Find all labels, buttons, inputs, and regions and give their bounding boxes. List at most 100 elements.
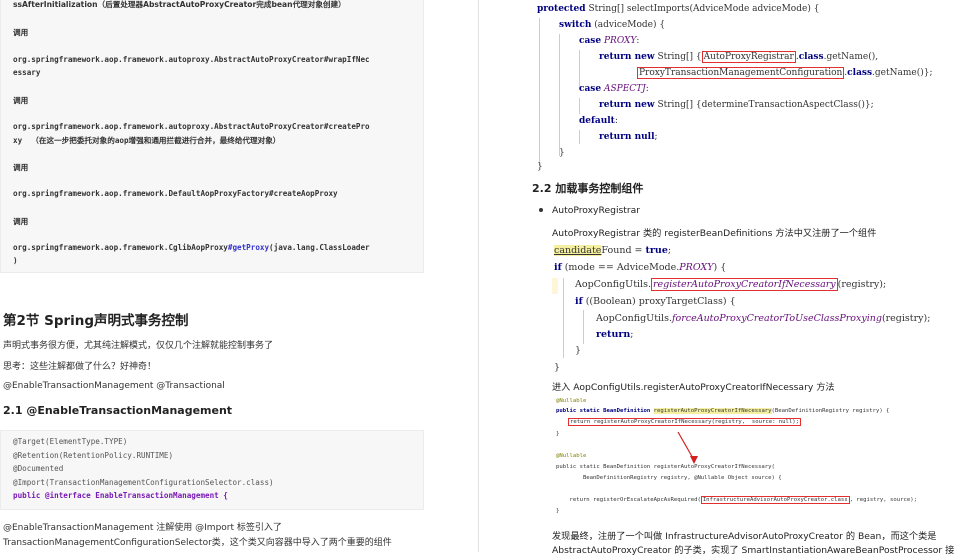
arrow-icon [677, 431, 698, 464]
code-line: return new String[] {determineTransactio… [599, 100, 874, 110]
code-line: xy （在这一步把委托对象的aop增强和通用拦截进行合并，最终给代理对象） [13, 136, 281, 145]
keyword: return new [599, 52, 655, 62]
keyword: return new [599, 100, 655, 110]
code-line: } [575, 345, 582, 356]
code-line: org.springframework.aop.framework.CglibA… [13, 243, 370, 252]
keyword: case [579, 84, 602, 94]
code-line: AopConfigUtils.forceAutoProxyCreatorToUs… [596, 313, 930, 324]
paragraph: @EnableTransactionManagement 注解使用 @Impor… [3, 523, 282, 533]
code-line: org.springframework.aop.framework.autopr… [13, 55, 370, 64]
highlight-box: AutoProxyRegistrar [701, 51, 796, 63]
keyword: return [596, 329, 631, 340]
code-text: AopConfigUtils. [596, 313, 672, 324]
code-line: public static BeanDefinition registerAut… [556, 408, 889, 414]
code-line: ssAfterInitialization（后置处理器AbstractAutoP… [13, 0, 346, 9]
code-line: @Nullable [556, 398, 587, 404]
code-line: return new String[] {AutoProxyRegistrar.… [599, 51, 879, 63]
code-line: @Nullable [556, 453, 587, 459]
highlight-box: InfrastructureAdvisorAutoProxyCreator.cl… [700, 496, 850, 504]
code-text: (registry); [881, 313, 931, 324]
keyword: case [579, 36, 602, 46]
code-line: @Documented [13, 464, 64, 473]
code-line: essary [13, 68, 41, 77]
paragraph: TransactionManagementConfigurationSelect… [3, 538, 392, 548]
highlight: candidate [554, 245, 602, 256]
paragraph: 声明式事务很方便，尤其纯注解模式，仅仅几个注解就能控制事务了 [3, 341, 274, 351]
keyword: class [847, 68, 873, 78]
bullet-dot [539, 208, 543, 212]
code-text: , registry, source); [849, 497, 917, 503]
code-line: protected String[] selectImports(AdviceM… [537, 4, 819, 14]
ide-screenshot: @Nullable public static BeanDefinition r… [554, 396, 932, 516]
paragraph: 进入 AopConfigUtils.registerAutoProxyCreat… [552, 382, 835, 393]
code-line: return; [596, 329, 634, 340]
right-column: protected String[] selectImports(AdviceM… [479, 0, 955, 556]
constant: ASPECTJ [603, 84, 646, 94]
constant: PROXY [679, 262, 714, 273]
code-line: } [556, 431, 560, 437]
keyword: switch [559, 20, 592, 30]
constant: PROXY [603, 36, 637, 46]
code-line: org.springframework.aop.framework.Defaul… [13, 189, 338, 198]
keyword: protected [537, 4, 586, 14]
code-line: case ASPECTJ: [579, 84, 649, 94]
code-line: } [559, 148, 565, 158]
code-text: String[] [654, 52, 696, 62]
code-line: 调用 [13, 96, 29, 105]
code-line: 调用 [13, 28, 29, 37]
highlight: registerAutoProxyCreatorIfNecessary [653, 408, 772, 414]
code-text: String[] {determineTransactionAspectClas… [654, 100, 874, 110]
code-line: return null; [599, 132, 658, 142]
code-line: ) [13, 256, 18, 265]
code-line: return registerAutoProxyCreatorIfNecessa… [568, 418, 802, 426]
paragraph: AbstractAutoProxyCreator 的子类，实现了 SmartIn… [552, 545, 955, 556]
paragraph: 思考：这些注解都做了什么？好神奇！ [3, 362, 157, 372]
code-line: } [554, 362, 561, 373]
method-italic: forceAutoProxyCreatorToUseClassProxying [671, 313, 882, 324]
code-block-call-chain: ssAfterInitialization（后置处理器AbstractAutoP… [0, 0, 424, 273]
code-text: .getName()}; [872, 68, 933, 78]
code-text: Found = [601, 245, 646, 256]
code-line: AopConfigUtils. registerAutoProxyCreatorI… [575, 278, 887, 291]
highlight-box: ProxyTransactionManagementConfiguration [637, 67, 845, 79]
code-text: org.springframework.aop.framework.CglibA… [13, 243, 228, 252]
keyword: return null [599, 132, 655, 142]
code-line: BeanDefinitionRegistry registry, @Nullab… [556, 475, 782, 481]
code-line: switch (adviceMode) { [559, 20, 665, 30]
code-line: case PROXY: [579, 36, 640, 46]
code-line: public @interface EnableTransactionManag… [13, 491, 228, 500]
code-line: candidateFound = true; [554, 245, 672, 256]
code-line: default: [579, 116, 618, 126]
keyword: true [645, 245, 668, 256]
code-text: String[] selectImports(AdviceMode advice… [585, 4, 820, 14]
code-text: (mode == AdviceMode. [561, 262, 680, 273]
code-line: return registerOrEscalateApcAsRequired(I… [556, 496, 917, 504]
code-line: if ((Boolean) proxyTargetClass) { [575, 296, 736, 307]
subsection-title: 2.2 加载事务控制组件 [532, 182, 644, 195]
code-line: @Import(TransactionManagementConfigurati… [13, 478, 274, 487]
code-text: .getName(), [823, 52, 879, 62]
keyword: default [579, 116, 615, 126]
code-line: @Retention(RetentionPolicy.RUNTIME) [13, 451, 174, 460]
keyword: if [554, 262, 562, 273]
code-text: ) { [713, 262, 727, 273]
code-text: return registerOrEscalateApcAsRequired( [556, 497, 701, 503]
code-line: ProxyTransactionManagementConfiguration.… [637, 67, 933, 79]
code-link[interactable]: #getProxy [228, 243, 269, 252]
code-line: @Target(ElementType.TYPE) [13, 437, 128, 446]
code-text: (adviceMode) { [591, 20, 666, 30]
code-line: org.springframework.aop.framework.autopr… [13, 122, 370, 131]
code-line: } [537, 162, 543, 172]
code-line: 调用 [13, 163, 29, 172]
section-title: 第2节 Spring声明式事务控制 [3, 313, 189, 329]
code-text: (BeanDefinitionRegistry registry) { [771, 408, 890, 414]
code-text: ((Boolean) proxyTargetClass) { [582, 296, 736, 307]
code-line: public static BeanDefinition registerAut… [556, 464, 775, 470]
code-text: (registry); [837, 279, 887, 290]
code-line: if (mode == AdviceMode.PROXY) { [554, 262, 726, 273]
code-text: AopConfigUtils. [575, 279, 651, 290]
paragraph: AutoProxyRegistrar 类的 registerBeanDefini… [552, 228, 877, 239]
paragraph: @EnableTransactionManagement @Transactio… [3, 381, 225, 391]
code-line: } [556, 508, 560, 514]
code-line: 调用 [13, 217, 29, 226]
